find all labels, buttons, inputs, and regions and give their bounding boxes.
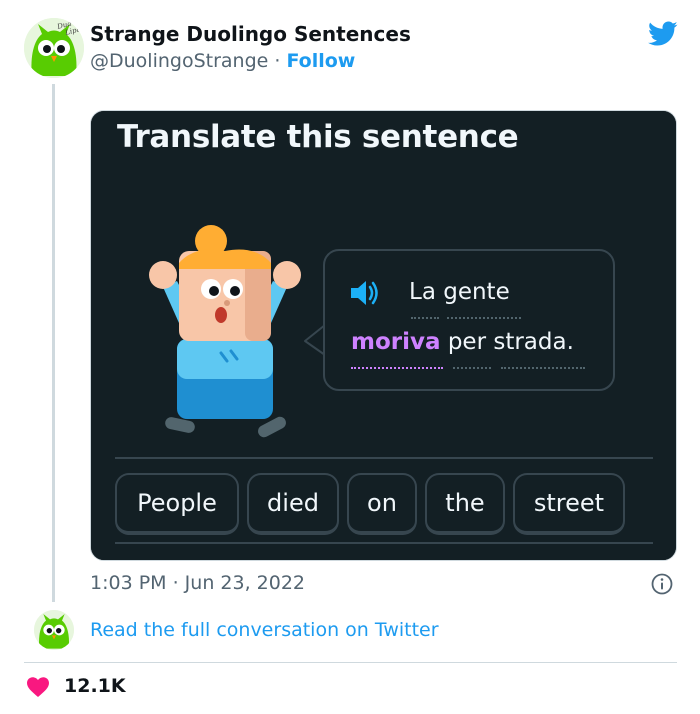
- speaker-icon[interactable]: [349, 277, 379, 309]
- duolingo-lesson-screen: Translate this sentence La gente moriva …: [91, 111, 676, 560]
- sentence-line-2-rest[interactable]: per strada.: [441, 329, 574, 355]
- lesson-title: Translate this sentence: [117, 119, 519, 155]
- twitter-bird-icon[interactable]: [648, 20, 678, 48]
- author-handle[interactable]: @DuolingoStrange: [90, 50, 268, 72]
- word-chip[interactable]: on: [347, 473, 417, 535]
- highlighted-word[interactable]: moriva: [351, 329, 441, 355]
- word-chip[interactable]: street: [513, 473, 625, 535]
- word-chip[interactable]: the: [425, 473, 505, 535]
- divider: [24, 662, 677, 663]
- word-chip[interactable]: died: [247, 473, 339, 535]
- read-conversation-link[interactable]: Read the full conversation on Twitter: [90, 619, 439, 641]
- author-display-name[interactable]: Strange Duolingo Sentences: [90, 22, 411, 46]
- info-icon[interactable]: [651, 573, 673, 595]
- duolingo-character-illustration: [149, 225, 301, 438]
- answer-line-bottom: [115, 542, 653, 544]
- sentence-line-2: moriva per strada.: [351, 329, 574, 355]
- follow-button[interactable]: Follow: [286, 50, 355, 72]
- word-underline: [411, 317, 439, 319]
- owl-avatar-image: Dua Lipa: [24, 18, 84, 78]
- author-avatar-small[interactable]: [34, 610, 74, 650]
- word-chip[interactable]: People: [115, 473, 239, 535]
- speech-bubble: La gente moriva per strada.: [323, 249, 615, 391]
- owl-avatar-image: [34, 610, 74, 650]
- tweet-media-image[interactable]: Translate this sentence La gente moriva …: [90, 110, 677, 561]
- author-meta: @DuolingoStrange · Follow: [90, 50, 355, 72]
- author-avatar[interactable]: Dua Lipa: [24, 18, 84, 78]
- like-count[interactable]: 12.1K: [64, 675, 126, 697]
- heart-icon[interactable]: [26, 676, 50, 698]
- word-underline: [447, 317, 521, 319]
- word-underline: [453, 367, 491, 369]
- sentence-line-1[interactable]: La gente: [409, 279, 510, 305]
- tweet-timestamp[interactable]: 1:03 PM · Jun 23, 2022: [90, 572, 305, 594]
- thread-connector-line: [52, 84, 55, 602]
- word-underline-highlight: [351, 367, 443, 369]
- meta-separator: ·: [268, 50, 287, 72]
- word-underline: [501, 367, 585, 369]
- answer-line-top: [115, 457, 653, 459]
